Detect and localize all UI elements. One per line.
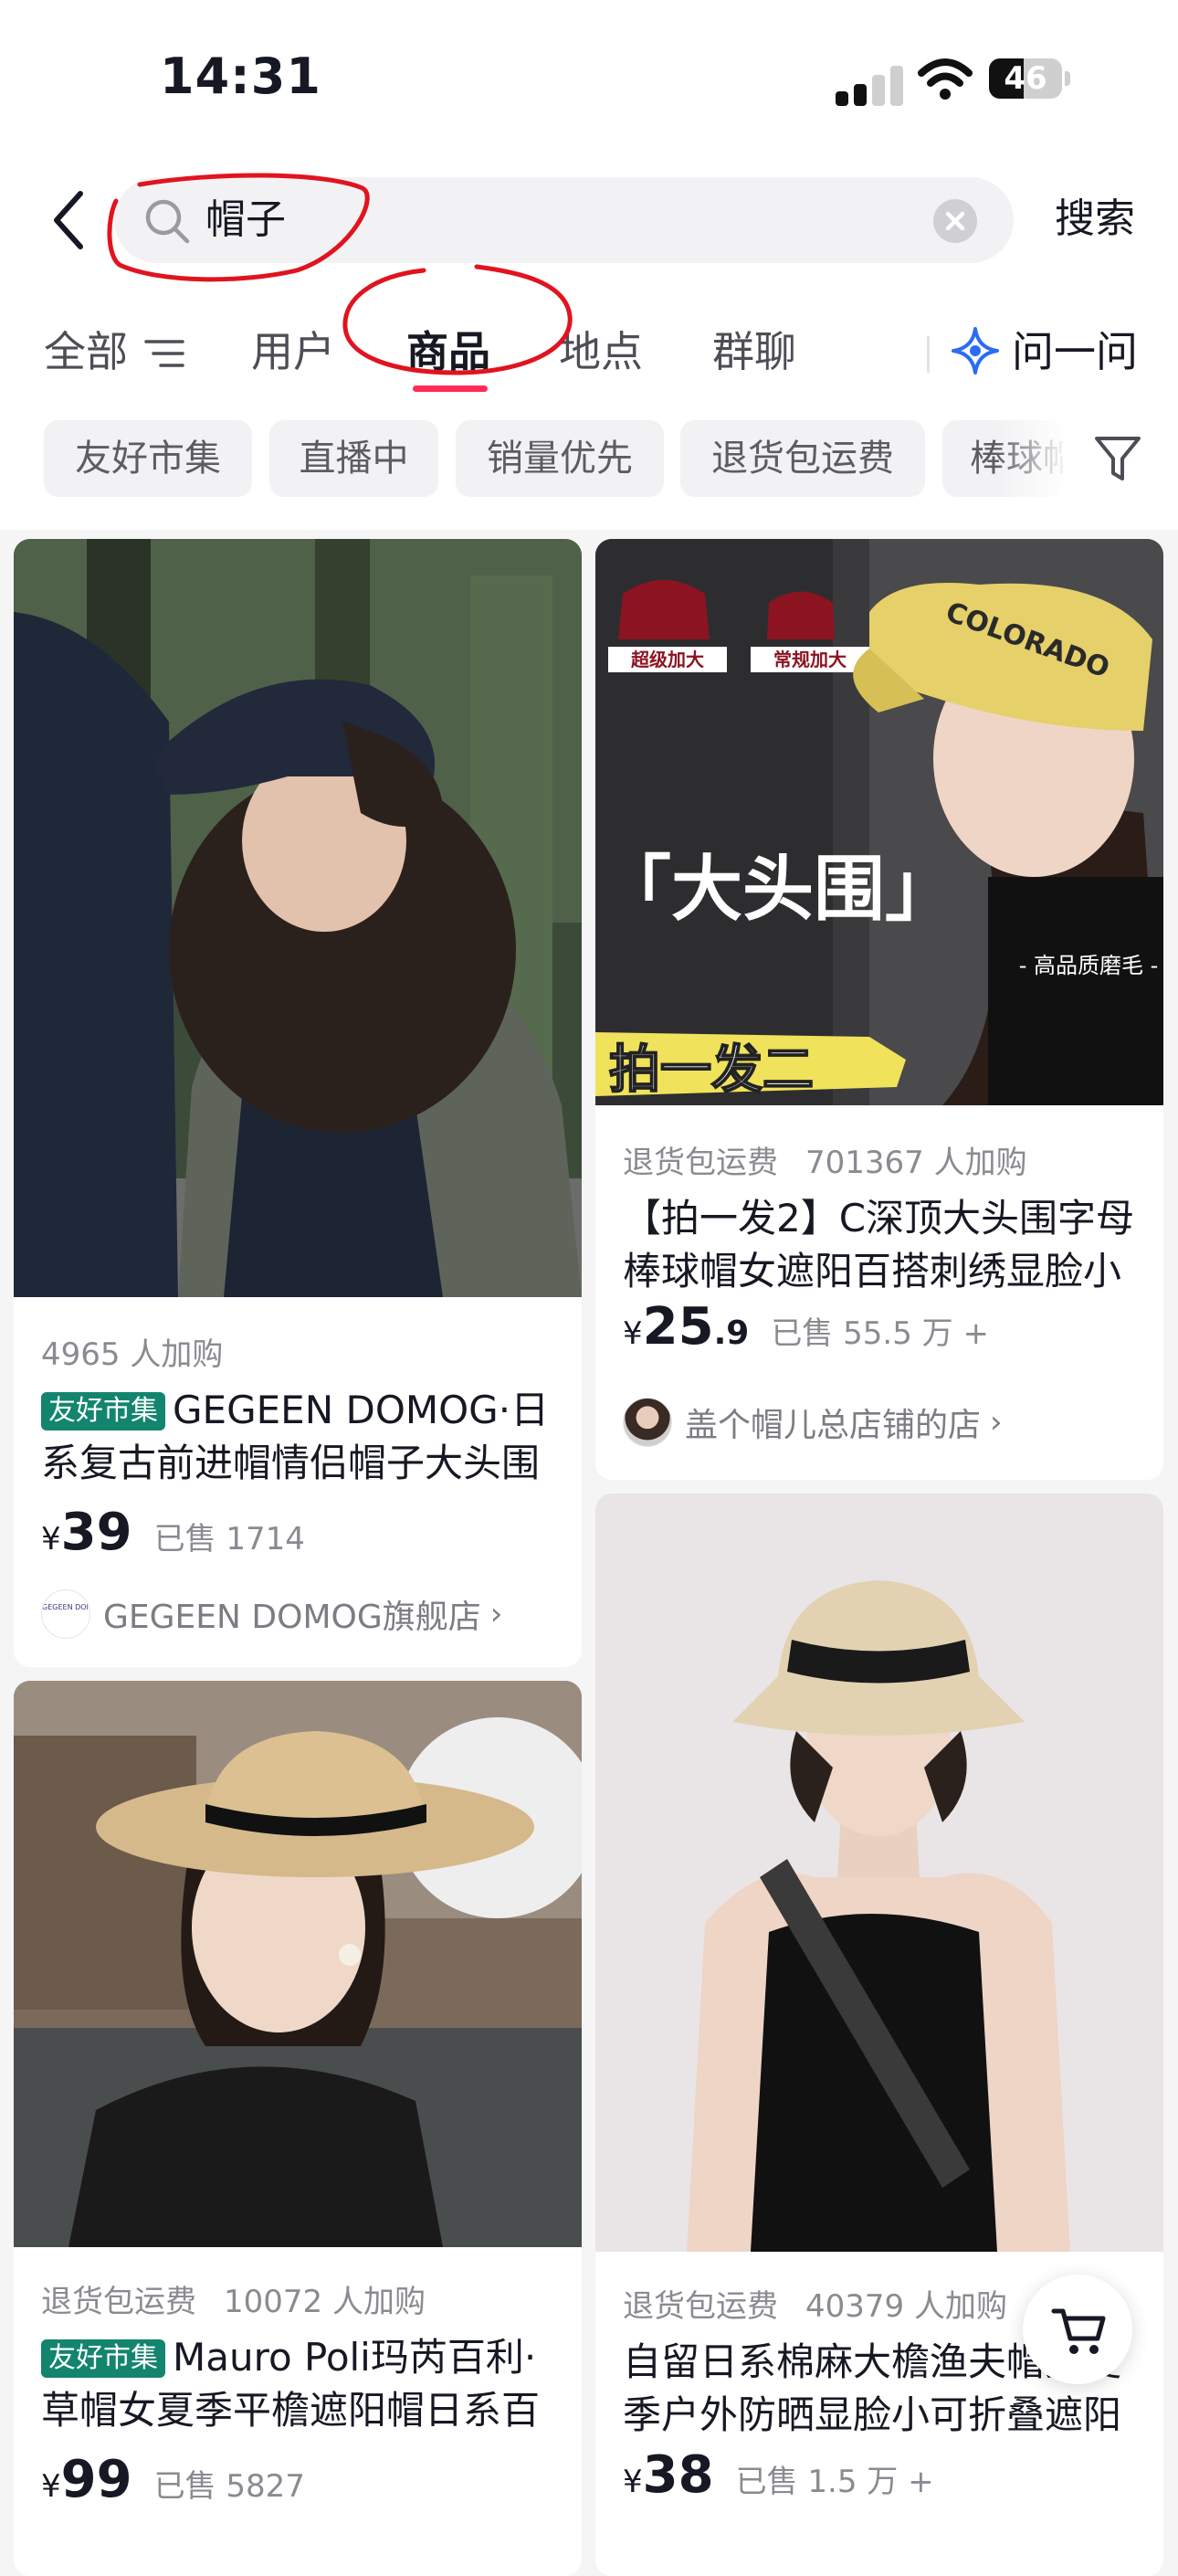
product-title[interactable]: 【拍一发2】C深顶大头围字母棒球帽女遮阳百搭刺绣显脸小 <box>623 1192 1143 1298</box>
product-title[interactable]: 友好市集 GEGEEN DOMOG·日系复古前进帽情侣帽子大头围 <box>41 1384 562 1490</box>
tab-places[interactable]: 地点 <box>559 301 643 402</box>
active-tab-indicator <box>413 385 488 392</box>
search-query[interactable]: 帽子 <box>205 177 286 263</box>
product-meta: 退货包运费 10072 人加购 <box>41 2276 426 2321</box>
tab-all[interactable]: 全部 <box>44 301 128 402</box>
sold-count: 已售 55.5 万 + <box>771 1315 989 1352</box>
friendly-market-badge: 友好市集 <box>41 2339 165 2378</box>
image-quality: - 高品质磨毛 - <box>1019 953 1159 978</box>
battery-level: 46 <box>1004 60 1047 97</box>
shop-name[interactable]: GEGEEN DOMOG旗舰店 <box>103 1599 481 1636</box>
shop-avatar <box>623 1398 672 1447</box>
battery-icon: 46 <box>989 58 1071 99</box>
product-price: ¥25.9 已售 55.5 万 + <box>623 1297 989 1357</box>
sold-count: 已售 5827 <box>153 2468 305 2505</box>
free-return-tag: 退货包运费 <box>623 2288 778 2325</box>
back-icon[interactable] <box>46 188 91 252</box>
funnel-icon[interactable] <box>1091 431 1144 484</box>
tab-divider <box>927 336 930 373</box>
sold-count: 已售 1.5 万 + <box>735 2464 934 2500</box>
ask-button[interactable]: 问一问 <box>1012 301 1138 402</box>
filter-lines-icon[interactable] <box>144 336 184 371</box>
added-to-cart-count: 701367 人加购 <box>805 1145 1027 1181</box>
product-title[interactable]: 友好市集 Mauro Poli玛芮百利·草帽女夏季平檐遮阳帽日系百 <box>41 2331 562 2437</box>
status-time: 14:31 <box>160 48 321 105</box>
free-return-tag: 退货包运费 <box>41 2284 196 2320</box>
shop-name[interactable]: 盖个帽儿总店铺的店 <box>685 1407 981 1444</box>
price-decimal: .9 <box>713 1314 750 1352</box>
chevron-right-icon: › <box>990 1404 1003 1441</box>
chip-live[interactable]: 直播中 <box>269 420 438 497</box>
tab-group-chats[interactable]: 群聊 <box>712 301 796 402</box>
product-meta: 退货包运费 701367 人加购 <box>623 1137 1027 1182</box>
free-return-tag: 退货包运费 <box>623 1145 778 1181</box>
friendly-market-badge: 友好市集 <box>41 1392 165 1431</box>
added-to-cart-count: 4965 人加购 <box>41 1336 224 1373</box>
size-label-2: 常规加大 <box>773 649 847 670</box>
chevron-right-icon: › <box>489 1596 503 1632</box>
product-card[interactable]: 退货包运费 10072 人加购 友好市集 Mauro Poli玛芮百利·草帽女夏季平… <box>14 1681 582 2576</box>
image-promo: 拍一发二 <box>609 1040 814 1100</box>
shop-link[interactable]: 盖个帽儿总店铺的店 › <box>623 1398 1003 1447</box>
product-image[interactable] <box>595 1494 1163 2252</box>
tab-users[interactable]: 用户 <box>251 301 335 402</box>
clear-icon[interactable] <box>933 199 977 243</box>
filter-chips: 友好市集 直播中 销量优先 退货包运费 棒球帽 <box>0 420 1178 502</box>
product-meta: 4965 人加购 <box>41 1329 223 1374</box>
search-tabs: 全部 用户 商品 地点 群聊 问一问 <box>0 301 1178 402</box>
product-price: ¥38 已售 1.5 万 + <box>623 2445 934 2505</box>
search-icon <box>145 199 190 244</box>
product-price: ¥99 已售 5827 <box>41 2450 305 2509</box>
sparkle-star-icon[interactable] <box>950 325 1001 376</box>
shop-link[interactable]: GEGEEN DOMOG GEGEEN DOMOG旗舰店› <box>41 1589 502 1639</box>
chip-sales-first[interactable]: 销量优先 <box>456 420 664 497</box>
product-card[interactable]: 退货包运费 40379 人加购 自留日系棉麻大檐渔夫帽女夏季户外防晒显脸小可折叠遮… <box>595 1494 1163 2576</box>
wifi-icon <box>918 58 973 100</box>
product-card[interactable]: 4965 人加购 友好市集 GEGEEN DOMOG·日系复古前进帽情侣帽子大头围… <box>14 539 582 1667</box>
cellular-signal-icon <box>836 64 909 106</box>
search-header: 帽子 搜索 全部 用户 商品 地点 群聊 问一问 友好市集 直播中 销量优先 退… <box>0 155 1178 530</box>
image-headline: 「大头围」 <box>600 849 956 931</box>
shop-logo: GEGEEN DOMOG <box>41 1589 90 1639</box>
product-price: ¥39 已售 1714 <box>41 1503 305 1562</box>
product-image[interactable] <box>14 1681 582 2247</box>
chip-free-return[interactable]: 退货包运费 <box>680 420 925 497</box>
price-value: 39 <box>60 1503 132 1562</box>
added-to-cart-count: 10072 人加购 <box>224 2284 426 2320</box>
price-value: 38 <box>642 2445 714 2505</box>
product-card[interactable]: 超级加大 常规加大 COLORADO 「大头围」 - 高品质磨毛 - 拍一发二 … <box>595 539 1163 1480</box>
product-meta: 退货包运费 40379 人加购 <box>623 2281 1007 2326</box>
product-image[interactable] <box>14 539 582 1297</box>
chip-friendly-market[interactable]: 友好市集 <box>44 420 252 497</box>
search-button[interactable]: 搜索 <box>1055 155 1135 283</box>
product-image[interactable]: 超级加大 常规加大 COLORADO 「大头围」 - 高品质磨毛 - 拍一发二 <box>595 539 1163 1105</box>
price-value: 99 <box>60 2450 132 2509</box>
added-to-cart-count: 40379 人加购 <box>805 2288 1007 2325</box>
chip-fade <box>995 420 1068 497</box>
price-value: 25 <box>642 1297 714 1357</box>
size-label-1: 超级加大 <box>630 649 704 670</box>
sold-count: 已售 1714 <box>153 1521 305 1557</box>
shopping-cart-button[interactable] <box>1023 2275 1132 2384</box>
status-bar: 14:31 46 <box>0 0 1178 155</box>
shopping-cart-icon <box>1051 2308 1106 2354</box>
search-input[interactable]: 帽子 <box>114 177 1014 263</box>
